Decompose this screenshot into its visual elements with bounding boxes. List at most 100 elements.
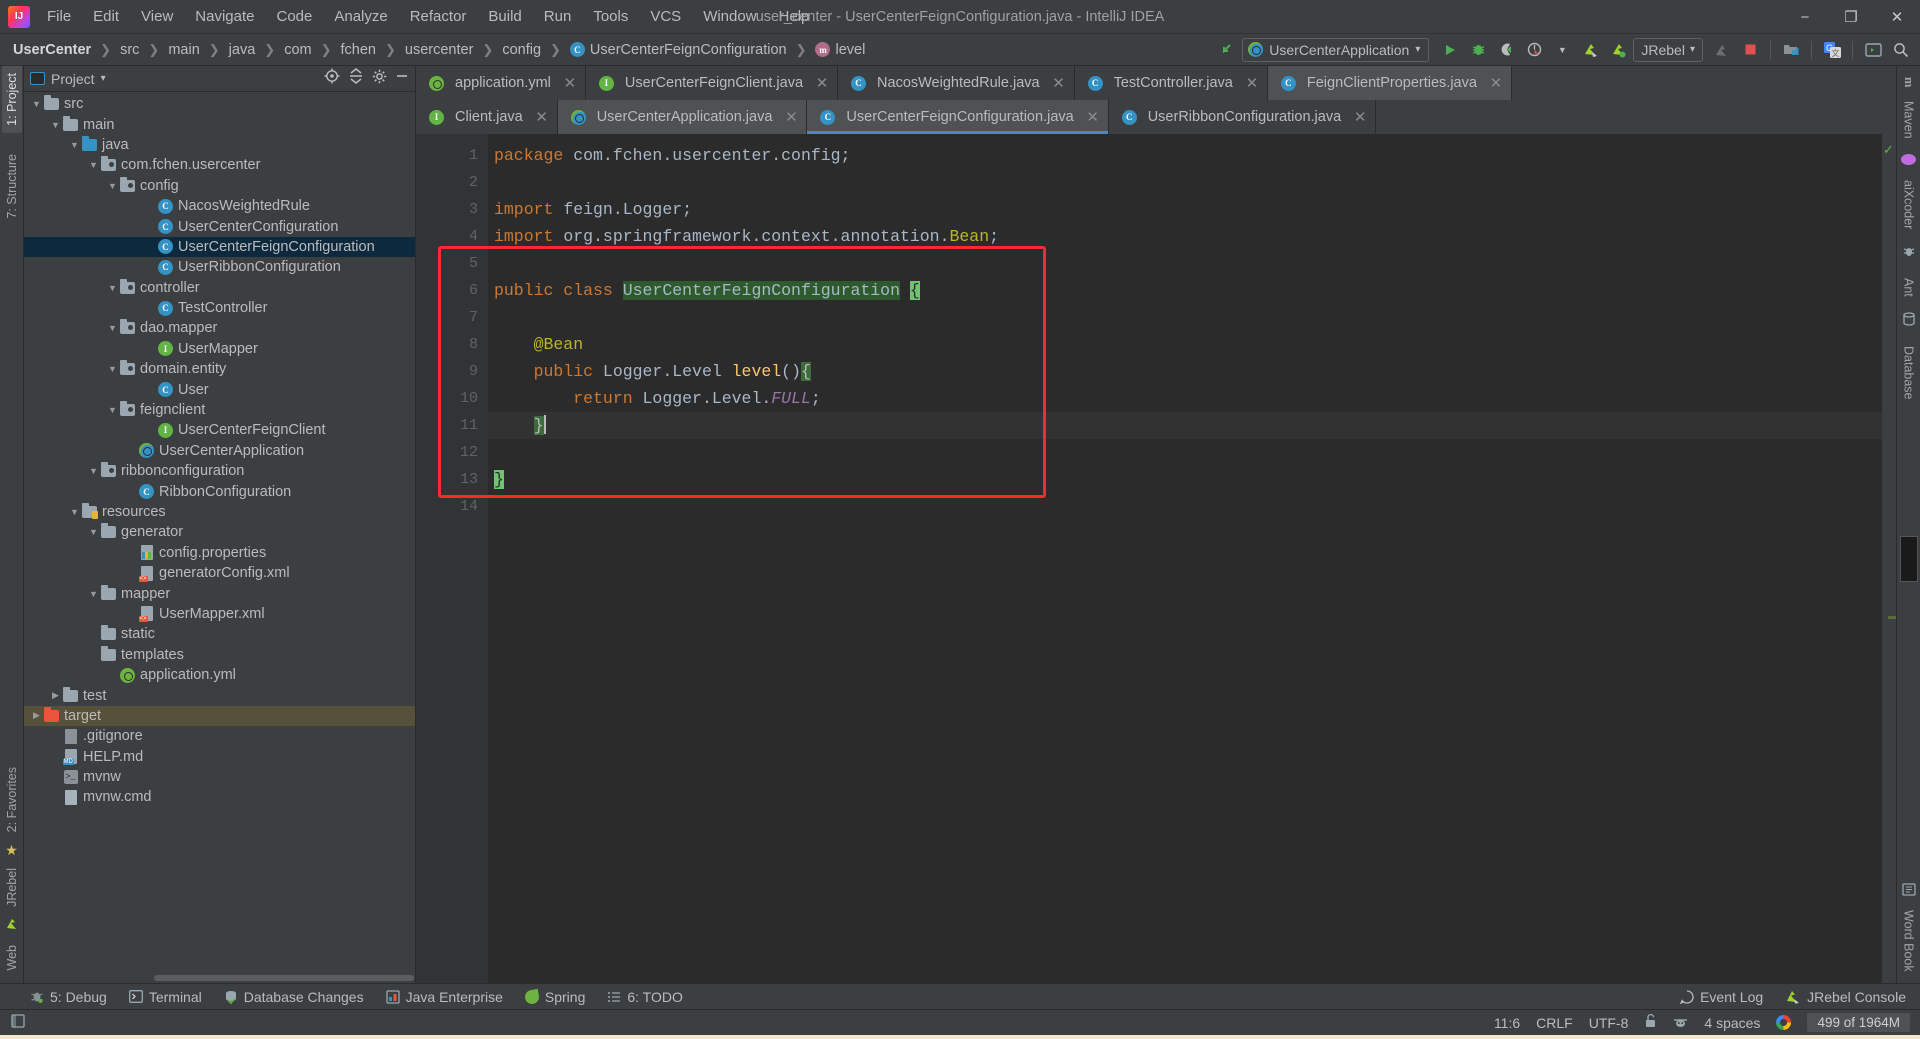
sidebar-item-database[interactable]: Database bbox=[1899, 339, 1919, 407]
code-line[interactable] bbox=[488, 169, 1882, 196]
code-line[interactable]: } bbox=[488, 466, 1882, 493]
editor-tab-row-1[interactable]: application.yml ✕ I UserCenterFeignClient.j… bbox=[416, 66, 1896, 100]
code-line[interactable]: import org.springframework.context.annot… bbox=[488, 223, 1882, 250]
tree-item[interactable]: UserCenterApplication bbox=[24, 441, 415, 461]
code-line[interactable]: public Logger.Level level(){ bbox=[488, 358, 1882, 385]
unlocked-icon[interactable] bbox=[1644, 1013, 1657, 1031]
tree-item[interactable]: C TestController bbox=[24, 298, 415, 318]
tree-item[interactable]: ▼ feignclient bbox=[24, 400, 415, 420]
chevron-down-icon[interactable]: ▼ bbox=[87, 589, 100, 599]
minimize-button[interactable]: − bbox=[1782, 0, 1828, 34]
close-icon[interactable]: ✕ bbox=[1086, 108, 1100, 126]
sidebar-item-web[interactable]: Web bbox=[2, 938, 22, 977]
tree-item[interactable]: ▼ config bbox=[24, 176, 415, 196]
sidebar-item-structure[interactable]: 7: Structure bbox=[2, 147, 22, 226]
close-icon[interactable]: ✕ bbox=[535, 108, 549, 126]
tree-item[interactable]: application.yml bbox=[24, 665, 415, 685]
menu-bar[interactable]: File Edit View Navigate Code Analyze Ref… bbox=[36, 0, 820, 33]
tree-item[interactable]: I UserCenterFeignClient bbox=[24, 420, 415, 440]
tree-item[interactable]: ▼ controller bbox=[24, 278, 415, 298]
editor-tab-row-2[interactable]: I Client.java ✕ UserCenterApplication.java ✕… bbox=[416, 100, 1896, 134]
tree-item[interactable]: ▼ domain.entity bbox=[24, 359, 415, 379]
code-line[interactable] bbox=[488, 439, 1882, 466]
menu-vcs[interactable]: VCS bbox=[639, 3, 692, 31]
translate-icon[interactable]: G文 bbox=[1819, 38, 1845, 62]
close-icon[interactable]: ✕ bbox=[815, 74, 829, 92]
code-line[interactable]: @Bean bbox=[488, 331, 1882, 358]
line-number[interactable]: 5 bbox=[416, 250, 488, 277]
sidebar-item-favorites[interactable]: 2: Favorites bbox=[2, 760, 22, 839]
code-line[interactable] bbox=[488, 304, 1882, 331]
tree-item[interactable]: ▶ test bbox=[24, 685, 415, 705]
chevron-down-icon[interactable]: ▼ bbox=[30, 99, 43, 109]
menu-build[interactable]: Build bbox=[477, 3, 532, 31]
code-line[interactable]: public class UserCenterFeignConfiguratio… bbox=[488, 277, 1882, 304]
terminal-icon[interactable] bbox=[1860, 38, 1886, 62]
editor-tab[interactable]: I UserCenterFeignClient.java ✕ bbox=[585, 66, 839, 100]
menu-tools[interactable]: Tools bbox=[582, 3, 639, 31]
error-marker-strip[interactable]: ✓ bbox=[1882, 134, 1896, 983]
editor-tab[interactable]: UserCenterApplication.java ✕ bbox=[557, 100, 808, 134]
breadcrumb-method[interactable]: m level bbox=[812, 40, 868, 60]
close-icon[interactable]: ✕ bbox=[784, 108, 798, 126]
toggle-panels-icon[interactable] bbox=[10, 1013, 26, 1032]
tree-item[interactable]: C UserRibbonConfiguration bbox=[24, 257, 415, 277]
tree-item[interactable]: mvnw.cmd bbox=[24, 787, 415, 807]
line-number[interactable]: 12 bbox=[416, 439, 488, 466]
close-icon[interactable]: ✕ bbox=[1489, 74, 1503, 92]
bottom-item-java-enterprise[interactable]: Java Enterprise bbox=[385, 989, 503, 1005]
chevron-down-icon[interactable]: ▼ bbox=[106, 323, 119, 333]
line-separator[interactable]: CRLF bbox=[1536, 1015, 1573, 1031]
code-editor[interactable]: 123⊟4⌐5678 9⊟1011⌐121314 package com.fch… bbox=[416, 134, 1896, 983]
update-project-icon[interactable] bbox=[1778, 38, 1804, 62]
run-configuration-selector[interactable]: UserCenterApplication ▾ bbox=[1242, 37, 1430, 62]
menu-edit[interactable]: Edit bbox=[82, 3, 130, 31]
stop-icon[interactable] bbox=[1737, 38, 1763, 62]
tree-item[interactable]: ▼ java bbox=[24, 135, 415, 155]
chevron-down-icon[interactable]: ▼ bbox=[87, 160, 100, 170]
tree-horizontal-scrollbar[interactable] bbox=[154, 975, 414, 981]
close-icon[interactable]: ✕ bbox=[563, 74, 577, 92]
line-number[interactable]: 3⊟ bbox=[416, 196, 501, 223]
editor-tab[interactable]: C UserRibbonConfiguration.java ✕ bbox=[1108, 100, 1377, 134]
chevron-down-icon[interactable]: ▼ bbox=[106, 405, 119, 415]
line-number[interactable]: 13 bbox=[416, 466, 488, 493]
line-number[interactable]: 2 bbox=[416, 169, 488, 196]
menu-refactor[interactable]: Refactor bbox=[399, 3, 478, 31]
gear-icon[interactable] bbox=[372, 69, 387, 89]
chevron-down-icon[interactable]: ▼ bbox=[106, 181, 119, 191]
menu-help[interactable]: Help bbox=[768, 3, 821, 31]
tree-item[interactable]: ▼ resources bbox=[24, 502, 415, 522]
editor-tab[interactable]: C UserCenterFeignConfiguration.java ✕ bbox=[807, 100, 1109, 134]
sidebar-item-aixcoder[interactable]: aiXcoder bbox=[1899, 173, 1919, 236]
tree-item[interactable]: static bbox=[24, 624, 415, 644]
sidebar-item-project[interactable]: 1: Project bbox=[1, 66, 22, 133]
tree-item[interactable]: ▼ main bbox=[24, 114, 415, 134]
chevron-down-icon[interactable]: ▼ bbox=[49, 120, 62, 130]
line-number[interactable]: 6 bbox=[416, 277, 488, 304]
tree-item[interactable]: C User bbox=[24, 379, 415, 399]
chevron-down-icon[interactable]: ▾ bbox=[101, 73, 106, 84]
sidebar-item-wordbook[interactable]: Word Book bbox=[1899, 903, 1919, 979]
menu-window[interactable]: Window bbox=[692, 3, 767, 31]
close-icon[interactable]: ✕ bbox=[1353, 108, 1367, 126]
jrebel-dropdown[interactable]: JRebel ▾ bbox=[1633, 37, 1703, 62]
editor-tab[interactable]: C FeignClientProperties.java ✕ bbox=[1267, 66, 1512, 100]
code-line[interactable]: import feign.Logger; bbox=[488, 196, 1882, 223]
line-number[interactable]: 11⌐ bbox=[416, 412, 501, 439]
menu-view[interactable]: View bbox=[130, 3, 184, 31]
editor-tab[interactable]: C NacosWeightedRule.java ✕ bbox=[838, 66, 1075, 100]
caret-position[interactable]: 11:6 bbox=[1494, 1015, 1520, 1031]
chevron-down-icon[interactable]: ▼ bbox=[68, 507, 81, 517]
hide-icon[interactable] bbox=[395, 69, 409, 88]
sidebar-item-jrebel[interactable]: JRebel bbox=[2, 861, 22, 914]
chevron-right-icon[interactable]: ▶ bbox=[49, 690, 62, 701]
menu-file[interactable]: File bbox=[36, 3, 82, 31]
code-line[interactable] bbox=[488, 250, 1882, 277]
tree-item[interactable]: C NacosWeightedRule bbox=[24, 196, 415, 216]
bottom-item-jrebel-console[interactable]: JRebel Console bbox=[1785, 989, 1906, 1005]
close-button[interactable]: ✕ bbox=[1874, 0, 1920, 34]
breadcrumb-usercenter[interactable]: UserCenter bbox=[10, 40, 94, 60]
line-number[interactable]: 8 bbox=[416, 331, 515, 358]
back-arrow-icon[interactable] bbox=[1214, 38, 1240, 62]
